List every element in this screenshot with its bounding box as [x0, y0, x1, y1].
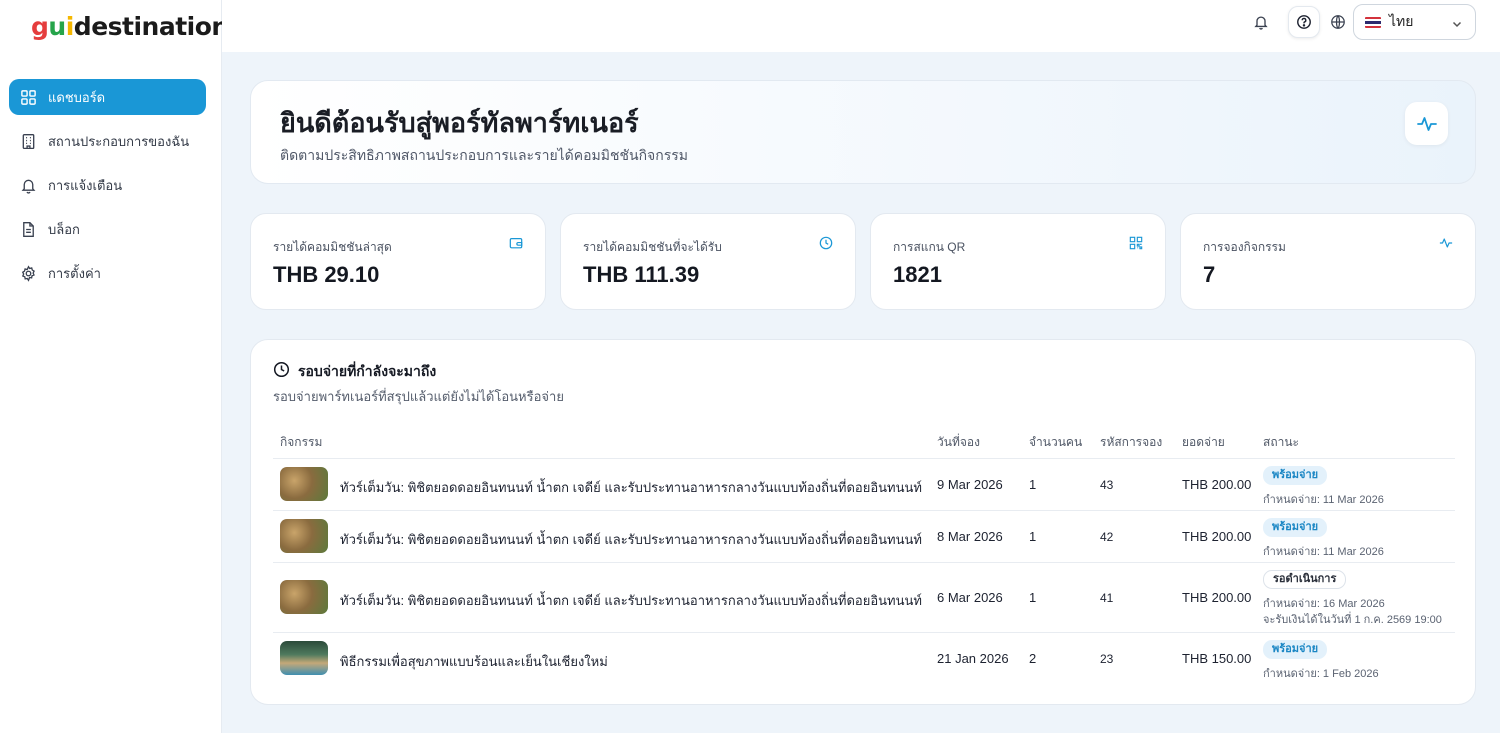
people-count: 1 [1029, 529, 1037, 544]
welcome-card: ยินดีต้อนรับสู่พอร์ทัลพาร์ทเนอร์ ติดตามป… [250, 80, 1476, 184]
stat-value: THB 111.39 [583, 262, 700, 287]
help-button[interactable] [1288, 6, 1320, 38]
sidebar-item-notifications[interactable]: การแจ้งเตือน [9, 167, 206, 203]
clock-icon [819, 236, 835, 252]
clock-icon [273, 361, 290, 378]
column-header-people: จำนวนคน [1029, 435, 1083, 449]
payout-amount: THB 150.00 [1182, 651, 1252, 666]
activity-thumbnail [280, 519, 328, 553]
dashboard-grid-icon [20, 89, 37, 106]
column-header-status: สถานะ [1263, 435, 1299, 449]
column-header-booking-code: รหัสการจอง [1100, 435, 1163, 449]
sidebar-item-label: สถานประกอบการของฉัน [48, 133, 190, 149]
column-header-amount: ยอดจ่าย [1182, 435, 1225, 449]
stat-value: 7 [1203, 262, 1216, 287]
gear-icon [20, 264, 37, 282]
bell-icon[interactable] [1250, 11, 1272, 33]
stat-card-latest-commission: รายได้คอมมิชชันล่าสุด THB 29.10 [250, 213, 546, 310]
sidebar-item-settings[interactable]: การตั้งค่า [9, 255, 206, 291]
stat-value: 1821 [893, 262, 942, 287]
activity-name[interactable]: ทัวร์เต็มวัน: พิชิตยอดดอยอินทนนท์ น้ำตก … [340, 477, 922, 498]
due-date: กำหนดจ่าย: 11 Mar 2026 [1263, 546, 1384, 558]
activity-name[interactable]: ทัวร์เต็มวัน: พิชิตยอดดอยอินทนนท์ น้ำตก … [340, 590, 922, 611]
activity-thumbnail [280, 467, 328, 501]
stat-card-activity-bookings: การจองกิจกรรม 7 [1180, 213, 1476, 310]
stat-label: การจองกิจกรรม [1203, 240, 1286, 254]
table-row[interactable]: ทัวร์เต็มวัน: พิชิตยอดดอยอินทนนท์ น้ำตก … [251, 562, 1477, 632]
thailand-flag-icon [1365, 16, 1381, 28]
status-badge: รอดำเนินการ [1263, 570, 1347, 589]
status-badge: พร้อมจ่าย [1263, 466, 1328, 485]
booking-date: 9 Mar 2026 [937, 477, 1003, 492]
stat-value: THB 29.10 [273, 262, 380, 287]
activity-thumbnail [280, 580, 328, 614]
payout-amount: THB 200.00 [1182, 477, 1252, 492]
upcoming-payouts-card: รอบจ่ายที่กำลังจะมาถึง รอบจ่ายพาร์ทเนอร์… [250, 339, 1476, 705]
activity-name[interactable]: ทัวร์เต็มวัน: พิชิตยอดดอยอินทนนท์ น้ำตก … [340, 529, 922, 550]
booking-code: 43 [1100, 478, 1114, 492]
table-row[interactable]: ทัวร์เต็มวัน: พิชิตยอดดอยอินทนนท์ น้ำตก … [251, 458, 1477, 510]
booking-date: 8 Mar 2026 [937, 529, 1003, 544]
sidebar: guidestination แดชบอร์ด สถานประกอบการของ… [0, 0, 229, 733]
page-title: ยินดีต้อนรับสู่พอร์ทัลพาร์ทเนอร์ [280, 108, 639, 138]
bell-icon [20, 177, 37, 194]
booking-code: 23 [1100, 652, 1114, 666]
sidebar-item-dashboard[interactable]: แดชบอร์ด [9, 79, 206, 115]
booking-code: 42 [1100, 530, 1114, 544]
activity-thumbnail [280, 641, 328, 675]
column-header-booking-date: วันที่จอง [937, 435, 980, 449]
activity-pulse-icon [1439, 236, 1455, 252]
release-note: จะรับเงินได้ในวันที่ 1 ก.ค. 2569 19:00 [1263, 614, 1442, 626]
booking-date: 6 Mar 2026 [937, 590, 1003, 605]
activity-pulse-icon [1405, 102, 1448, 145]
table-row[interactable]: ทัวร์เต็มวัน: พิชิตยอดดอยอินทนนท์ น้ำตก … [251, 510, 1477, 562]
column-header-activity: กิจกรรม [280, 435, 323, 449]
building-icon [20, 133, 37, 150]
payout-amount: THB 200.00 [1182, 529, 1252, 544]
section-subtitle: รอบจ่ายพาร์ทเนอร์ที่สรุปแล้วแต่ยังไม่ได้… [273, 389, 564, 404]
language-label: ไทย [1389, 13, 1414, 29]
stat-label: รายได้คอมมิชชันที่จะได้รับ [583, 240, 722, 254]
booking-date: 21 Jan 2026 [937, 651, 1009, 666]
sidebar-item-label: บล็อก [48, 221, 80, 237]
brand-logo[interactable]: guidestination [31, 12, 229, 41]
stat-label: การสแกน QR [893, 240, 966, 254]
booking-code: 41 [1100, 591, 1114, 605]
globe-icon[interactable] [1327, 11, 1349, 33]
sidebar-item-label: แดชบอร์ด [48, 89, 106, 105]
activity-name[interactable]: พิธีกรรมเพื่อสุขภาพแบบร้อนและเย็นในเชียง… [340, 651, 608, 672]
wallet-icon [509, 236, 525, 252]
chevron-down-icon [1451, 17, 1463, 33]
stat-card-upcoming-commission: รายได้คอมมิชชันที่จะได้รับ THB 111.39 [560, 213, 856, 310]
sidebar-item-my-business[interactable]: สถานประกอบการของฉัน [9, 123, 206, 159]
people-count: 2 [1029, 651, 1037, 666]
sidebar-item-label: การแจ้งเตือน [48, 177, 123, 193]
stat-label: รายได้คอมมิชชันล่าสุด [273, 240, 392, 254]
due-date: กำหนดจ่าย: 11 Mar 2026 [1263, 494, 1384, 506]
payout-amount: THB 200.00 [1182, 590, 1252, 605]
language-select[interactable]: ไทย [1353, 4, 1476, 40]
stat-card-qr-scans: การสแกน QR 1821 [870, 213, 1166, 310]
status-badge: พร้อมจ่าย [1263, 640, 1328, 659]
status-badge: พร้อมจ่าย [1263, 518, 1328, 537]
sidebar-item-label: การตั้งค่า [48, 265, 101, 281]
document-icon [20, 221, 37, 238]
help-circle-icon [1296, 14, 1312, 30]
table-row[interactable]: พิธีกรรมเพื่อสุขภาพแบบร้อนและเย็นในเชียง… [251, 632, 1477, 688]
people-count: 1 [1029, 477, 1037, 492]
section-title: รอบจ่ายที่กำลังจะมาถึง [298, 363, 437, 379]
sidebar-item-blog[interactable]: บล็อก [9, 211, 206, 247]
qr-code-icon [1129, 236, 1145, 252]
sidebar-nav: แดชบอร์ด สถานประกอบการของฉัน การแจ้งเตือ… [9, 79, 206, 299]
due-date: กำหนดจ่าย: 1 Feb 2026 [1263, 668, 1379, 680]
people-count: 1 [1029, 590, 1037, 605]
page-subtitle: ติดตามประสิทธิภาพสถานประกอบการและรายได้ค… [280, 147, 689, 163]
